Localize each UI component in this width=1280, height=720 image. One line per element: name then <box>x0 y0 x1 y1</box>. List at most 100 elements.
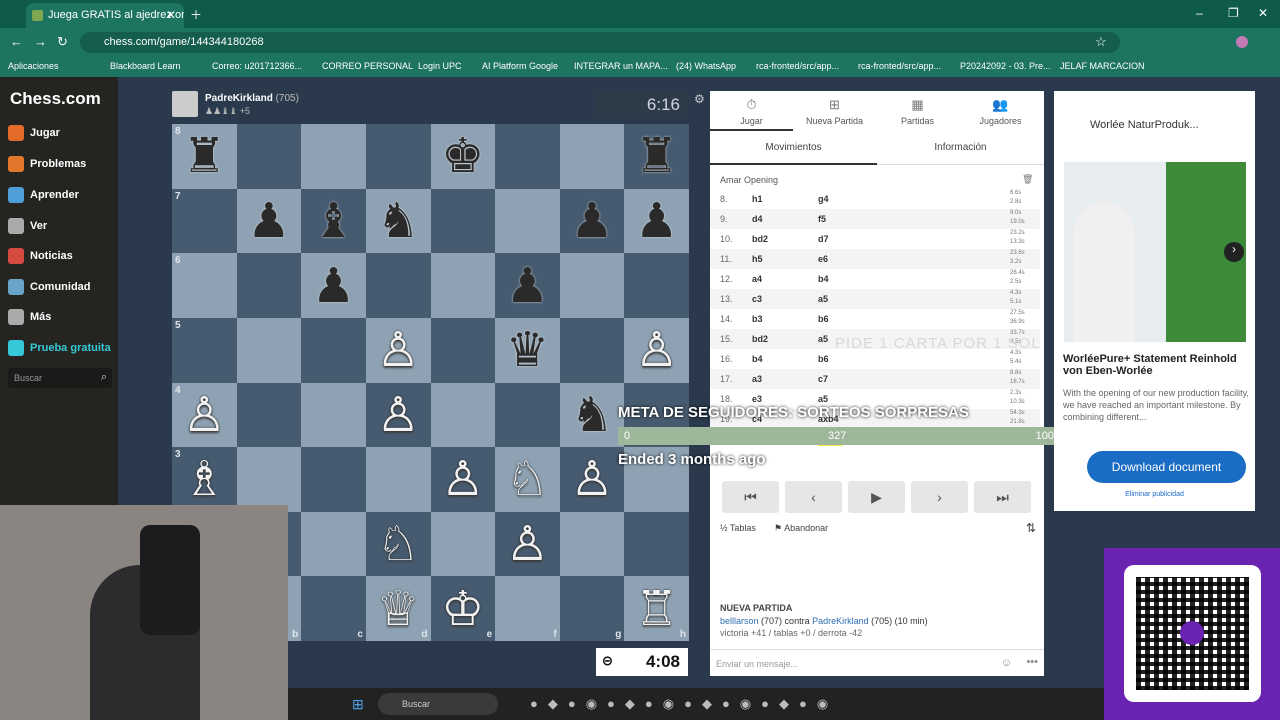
board-square[interactable] <box>365 447 431 512</box>
chevron-right-icon[interactable]: › <box>1224 242 1244 262</box>
profile-avatar[interactable] <box>1236 36 1248 48</box>
tab-movimientos[interactable]: Movimientos <box>710 131 877 165</box>
black-pawn-piece[interactable]: ♟ <box>624 189 689 254</box>
ad-brand[interactable]: Worlée NaturProduk... <box>1090 119 1240 131</box>
white-move[interactable]: c3 <box>752 294 762 304</box>
close-tab-icon[interactable]: ✕ <box>166 8 176 22</box>
sidebar-item-problemas[interactable]: Problemas <box>8 156 86 172</box>
board-square[interactable]: ♙ <box>430 447 496 512</box>
board-square[interactable] <box>495 188 560 254</box>
white-move[interactable]: b3 <box>752 314 763 324</box>
white-move[interactable]: bd2 <box>752 334 768 344</box>
board-square[interactable] <box>365 253 431 318</box>
white-move[interactable]: a4 <box>752 274 762 284</box>
board-square[interactable] <box>430 188 496 254</box>
black-pawn-piece[interactable]: ♟ <box>301 253 366 318</box>
board-square[interactable] <box>430 511 496 577</box>
sidebar-item-aprender[interactable]: Aprender <box>8 187 79 203</box>
black-move[interactable]: g4 <box>818 194 829 204</box>
board-square[interactable]: ♜ <box>624 124 689 189</box>
opponent-avatar[interactable] <box>172 91 198 117</box>
black-pawn-piece[interactable]: ♟ <box>237 189 302 254</box>
sidebar-item-jugar[interactable]: Jugar <box>8 125 60 141</box>
white-pawn-piece[interactable]: ♙ <box>172 383 237 448</box>
close-window-icon[interactable]: ✕ <box>1258 6 1268 20</box>
white-bishop-piece[interactable]: ♗ <box>172 447 237 512</box>
black-bishop-piece[interactable]: ♝ <box>301 189 366 254</box>
board-square[interactable]: d ♕ <box>365 576 431 641</box>
opponent-link[interactable]: PadreKirkland <box>812 616 869 626</box>
black-pawn-piece[interactable]: ♟ <box>560 189 625 254</box>
bookmark-item[interactable]: AI Platform Google <box>482 61 558 71</box>
ad-image[interactable]: › <box>1064 162 1246 342</box>
board-square[interactable] <box>495 382 560 448</box>
board-square[interactable] <box>301 124 366 189</box>
board-square[interactable]: ♟ <box>624 188 689 254</box>
board-square[interactable] <box>236 124 302 189</box>
white-move[interactable]: d4 <box>752 214 763 224</box>
resign-button[interactable]: ⚑ Abandonar <box>774 523 828 534</box>
black-move[interactable]: a5 <box>818 394 828 404</box>
board-square[interactable] <box>624 253 689 318</box>
white-pawn-piece[interactable]: ♙ <box>431 447 496 512</box>
black-king-piece[interactable]: ♚ <box>431 124 496 189</box>
bookmark-item[interactable]: JELAF MARCACION <box>1060 61 1145 71</box>
taskbar-search[interactable]: Buscar <box>378 693 498 715</box>
board-square[interactable] <box>236 382 302 448</box>
black-move[interactable]: c7 <box>818 374 828 384</box>
flip-board-icon[interactable]: ⇅ <box>1026 521 1036 535</box>
board-square[interactable]: g <box>559 576 625 641</box>
opponent-name[interactable]: PadreKirkland (705) <box>205 93 299 104</box>
board-square[interactable] <box>236 253 302 318</box>
minimize-icon[interactable]: – <box>1196 6 1203 20</box>
sidebar-item-prueba[interactable]: Prueba gratuita <box>8 340 111 356</box>
board-square[interactable]: ♟ <box>301 253 366 318</box>
board-square[interactable]: 7 <box>172 188 237 254</box>
board-square[interactable] <box>559 253 625 318</box>
board-square[interactable] <box>236 447 302 512</box>
back-icon[interactable]: ← <box>10 34 23 49</box>
black-move[interactable]: a5 <box>818 334 828 344</box>
board-square[interactable]: 5 <box>172 317 237 383</box>
sidebar-search-input[interactable]: Buscar ⌕ <box>8 368 112 388</box>
white-pawn-piece[interactable]: ♙ <box>366 318 431 383</box>
chess-logo[interactable]: Chess.com <box>10 89 101 109</box>
taskbar-apps-icon[interactable]: ●◆●◉●◆●◉●◆●◉●◆●◉ <box>530 696 838 712</box>
bookmark-star-icon[interactable]: ☆ <box>1095 34 1107 50</box>
black-move[interactable]: e6 <box>818 254 828 264</box>
board-square[interactable]: ♙ <box>559 447 625 512</box>
board-square[interactable]: ♙ <box>365 382 431 448</box>
board-square[interactable]: ♟ <box>236 188 302 254</box>
board-square[interactable]: ♙ <box>624 317 689 383</box>
tab-jugadores[interactable]: 👥 Jugadores <box>959 91 1042 131</box>
black-move[interactable]: a5 <box>818 294 828 304</box>
board-square[interactable]: ♟ <box>559 188 625 254</box>
bookmark-item[interactable]: rca-fronted/src/app... <box>756 61 839 71</box>
board-square[interactable] <box>236 317 302 383</box>
white-knight-piece[interactable]: ♘ <box>366 512 431 577</box>
white-move[interactable]: e3 <box>752 394 762 404</box>
white-pawn-piece[interactable]: ♙ <box>624 318 689 383</box>
first-move-button[interactable]: ⏮ <box>722 481 779 513</box>
player-link[interactable]: belllarson <box>720 616 759 626</box>
board-square[interactable]: ♟ <box>495 253 560 318</box>
board-square[interactable]: c <box>301 576 366 641</box>
board-square[interactable]: 3 ♗ <box>172 447 237 512</box>
board-square[interactable] <box>365 124 431 189</box>
tab-nueva-partida[interactable]: ⊞ Nueva Partida <box>793 91 876 131</box>
black-move[interactable]: b6 <box>818 314 829 324</box>
board-square[interactable] <box>559 317 625 383</box>
ad-title[interactable]: WorléePure+ Statement Reinhold von Eben-… <box>1063 353 1249 377</box>
board-square[interactable] <box>301 382 366 448</box>
forward-icon[interactable]: → <box>34 34 47 49</box>
board-square[interactable] <box>624 511 689 577</box>
board-square[interactable]: ♛ <box>495 317 560 383</box>
white-move[interactable]: h5 <box>752 254 763 264</box>
white-rook-piece[interactable]: ♖ <box>624 576 689 641</box>
bookmark-item[interactable]: Correo: u201712366... <box>212 61 302 71</box>
black-move[interactable]: d7 <box>818 234 829 244</box>
board-square[interactable]: ♝ <box>301 188 366 254</box>
white-queen-piece[interactable]: ♕ <box>366 576 431 641</box>
browser-tab[interactable]: Juega GRATIS al ajedrez online ✕ <box>26 3 184 28</box>
white-move[interactable]: h1 <box>752 194 763 204</box>
